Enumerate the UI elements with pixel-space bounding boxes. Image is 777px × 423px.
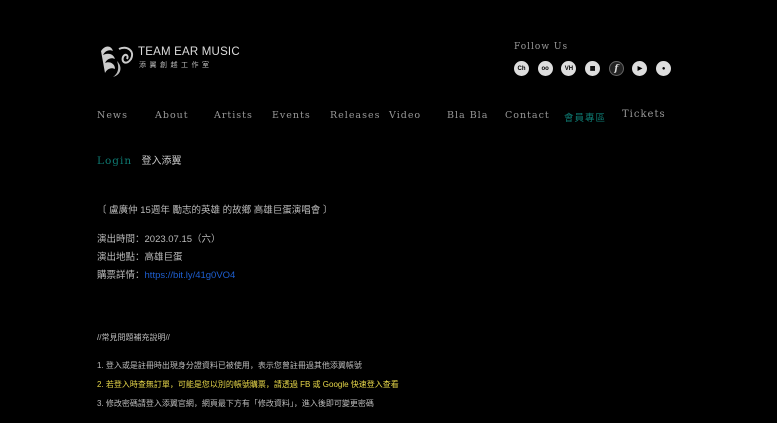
- logo-title: TEAM EAR MUSIC: [138, 46, 240, 58]
- nav-contact[interactable]: Contact: [505, 110, 550, 121]
- main-nav: News About Artists Events Releases Video…: [97, 109, 677, 124]
- faq-heading: //常見問題補充說明//: [97, 333, 170, 342]
- logo[interactable]: TEAM EAR MUSIC 添翼創越工作室: [97, 43, 247, 79]
- nav-releases[interactable]: Releases: [330, 110, 380, 121]
- wing-logo-icon: [101, 46, 133, 77]
- glasses-icon[interactable]: oo: [537, 61, 553, 76]
- login-link[interactable]: Login: [97, 155, 132, 167]
- logo-subtitle: 添翼創越工作室: [139, 61, 213, 69]
- faq-item-1: 1. 登入或是註冊時出現身分證資料已被使用，表示您曾註冊過其他添翼帳號: [97, 361, 362, 370]
- icon-1-icon[interactable]: Ch: [514, 61, 529, 76]
- user-icon[interactable]: ●: [656, 61, 672, 76]
- faq-item-3: 3. 修改密碼請登入添翼官網，網頁最下方有「修改資料」，進入後即可變更密碼: [97, 399, 374, 408]
- nav-news[interactable]: News: [97, 110, 128, 121]
- ticket-link[interactable]: https://bit.ly/41g0VO4: [145, 270, 236, 281]
- follow-us-label: Follow Us: [514, 42, 569, 52]
- event-date: 演出時間：2023.07.15（六）: [97, 234, 221, 245]
- faq-item-2: 2. 若登入時查無訂單，可能是您以別的帳號購票，請透過 FB 或 Google …: [97, 380, 399, 389]
- nav-blabla[interactable]: Bla Bla: [447, 110, 488, 121]
- nav-events[interactable]: Events: [272, 110, 311, 121]
- nav-video[interactable]: Video: [389, 110, 421, 121]
- grid-icon[interactable]: ▦: [585, 61, 601, 76]
- nav-about[interactable]: About: [155, 110, 189, 121]
- login-row: Login 登入添翼: [97, 152, 181, 167]
- facebook-icon[interactable]: f: [608, 61, 624, 76]
- ticket-prefix: 購票詳情：: [97, 270, 145, 281]
- vh-icon[interactable]: VH: [561, 61, 577, 76]
- youtube-icon[interactable]: ▶: [632, 61, 648, 76]
- social-icons: Ch oo VH ▦ f ▶ ●: [514, 61, 680, 76]
- event-venue: 演出地點：高雄巨蛋: [97, 252, 183, 263]
- nav-member[interactable]: 會員專區: [564, 110, 606, 124]
- nav-artists[interactable]: Artists: [214, 110, 253, 121]
- login-zh-label: 登入添翼: [141, 156, 182, 167]
- nav-tickets[interactable]: Tickets: [622, 109, 666, 120]
- event-ticket-row: 購票詳情：https://bit.ly/41g0VO4: [97, 267, 235, 281]
- event-title: 〔 盧廣仲 15週年 勵志的英雄 的故鄉 高雄巨蛋演唱會 〕: [97, 205, 333, 216]
